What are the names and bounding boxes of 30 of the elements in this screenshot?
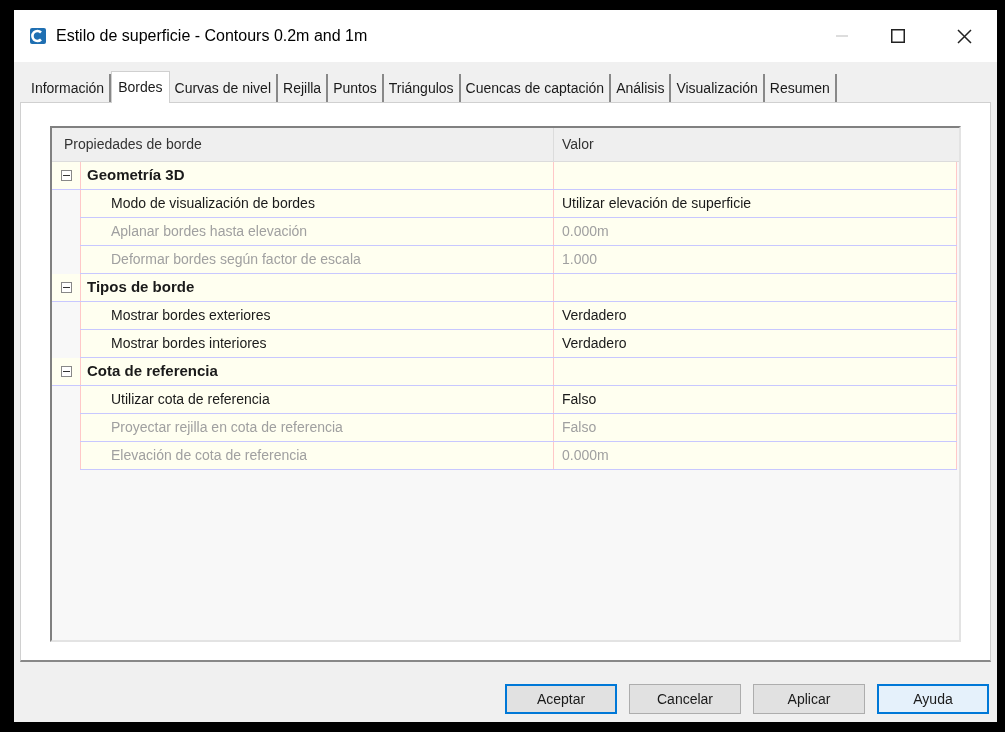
property-name: Aplanar bordes hasta elevación [111,222,308,241]
group-label: Geometría 3D [87,165,185,186]
property-value[interactable]: Falso [562,389,597,410]
column-header[interactable]: Propiedades de borde [52,128,554,161]
close-icon [956,28,972,44]
property-value[interactable]: Verdadero [562,333,627,354]
maximize-icon [891,29,905,43]
window-title: Estilo de superficie - Contours 0.2m and 1m [56,26,368,46]
minimize-icon [836,35,848,37]
group-label: Tipos de borde [87,277,195,298]
property-value[interactable]: Utilizar elevación de superficie [562,193,752,214]
tab[interactable]: Bordes [111,71,170,103]
property-name: Deformar bordes según factor de escala [111,250,361,269]
dialog-button[interactable]: Ayuda [877,684,989,714]
property-name: Mostrar bordes exteriores [111,306,271,325]
property-name: Utilizar cota de referencia [111,390,270,409]
property-name: Proyectar rejilla en cota de referencia [111,418,343,437]
property-name: Modo de visualización de bordes [111,194,315,213]
property-name: Mostrar bordes interiores [111,334,267,353]
collapse-icon[interactable] [60,170,72,181]
group-label: Cota de referencia [87,361,218,382]
dialog-button[interactable]: Aceptar [505,684,617,714]
app-logo-icon [30,28,46,44]
property-value[interactable]: Verdadero [562,305,627,326]
collapse-icon[interactable] [60,366,72,377]
column-header[interactable]: Valor [554,128,959,161]
dialog-button[interactable]: Aplicar [753,684,865,714]
collapse-icon[interactable] [60,282,72,293]
property-name: Elevación de cota de referencia [111,446,308,465]
dialog-button[interactable]: Cancelar [629,684,741,714]
